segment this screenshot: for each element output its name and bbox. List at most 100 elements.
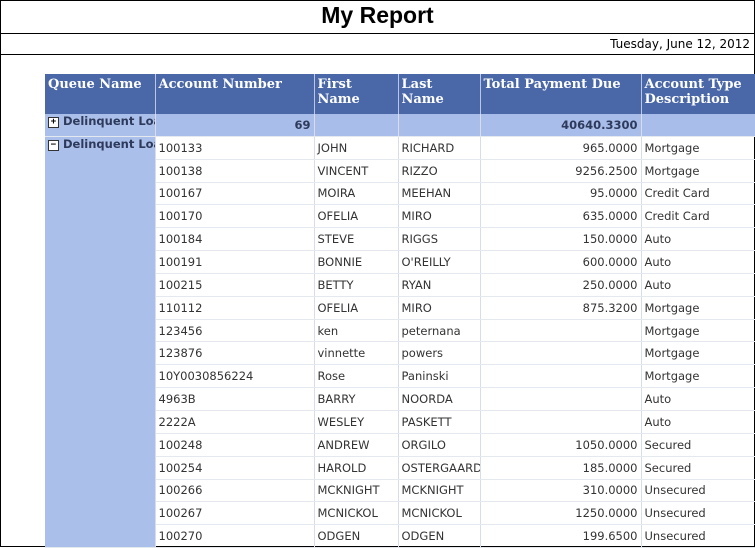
account-number-cell: 110112 <box>155 296 315 320</box>
total-payment-due-cell: 150.0000 <box>480 227 642 252</box>
total-payment-due-cell: 600.0000 <box>480 250 642 274</box>
account-type-cell: Mortgage <box>641 341 755 366</box>
account-number-cell: 100270 <box>155 524 315 548</box>
total-payment-due-cell: 185.0000 <box>480 456 642 480</box>
account-number-cell: 10Y0030856224 <box>155 364 315 389</box>
group-account-count: 69 <box>155 114 315 137</box>
first-name-cell: vinnette <box>314 341 399 366</box>
last-name-cell: ODGEN <box>398 524 481 548</box>
first-name-cell: BARRY <box>314 387 399 411</box>
last-name-cell: RICHARD <box>398 136 481 160</box>
account-number-cell: 100267 <box>155 501 315 526</box>
last-name-cell: MIRO <box>398 204 481 229</box>
account-number-cell: 100167 <box>155 182 315 206</box>
group-total-payment-due: 40640.3300 <box>480 114 642 137</box>
last-name-cell: powers <box>398 341 481 366</box>
account-number-cell: 123456 <box>155 319 315 343</box>
account-type-cell: Mortgage <box>641 319 755 343</box>
last-name-cell: PASKETT <box>398 410 481 434</box>
minus-box-icon[interactable]: − <box>48 139 59 151</box>
first-name-cell: MCKNIGHT <box>314 479 399 503</box>
first-name-cell: HAROLD <box>314 456 399 480</box>
first-name-cell: MOIRA <box>314 182 399 206</box>
first-name-cell: ANDREW <box>314 433 399 457</box>
total-payment-due-cell: 635.0000 <box>480 204 642 229</box>
column-header-account-type[interactable]: Account Type Description <box>641 74 755 114</box>
total-payment-due-cell: 9256.2500 <box>480 159 642 183</box>
last-name-cell: MIRO <box>398 296 481 320</box>
last-name-cell: NOORDA <box>398 387 481 411</box>
title-divider <box>0 33 755 34</box>
plus-box-icon[interactable]: + <box>48 117 59 128</box>
first-name-cell: OFELIA <box>314 296 399 320</box>
first-name-cell: MCNICKOL <box>314 501 399 526</box>
first-name-cell: OFELIA <box>314 204 399 229</box>
first-name-cell: JOHN <box>314 136 399 160</box>
account-number-cell: 4963B <box>155 387 315 411</box>
group-empty-cell <box>398 114 481 137</box>
total-payment-due-cell: 1250.0000 <box>480 501 642 526</box>
group-name: Delinquent Loans - M to R <box>63 136 154 151</box>
last-name-cell: RYAN <box>398 273 481 297</box>
header-row: Queue Name Account Number First Name Las… <box>45 74 755 114</box>
account-type-cell: Credit Card <box>641 204 755 229</box>
account-type-cell: Mortgage <box>641 136 755 160</box>
first-name-cell: WESLEY <box>314 410 399 434</box>
total-payment-due-cell: 199.6500 <box>480 524 642 548</box>
total-payment-due-cell <box>480 410 642 434</box>
report-title: My Report <box>321 2 434 28</box>
first-name-cell: STEVE <box>314 227 399 252</box>
total-payment-due-cell <box>480 387 642 411</box>
account-type-cell: Auto <box>641 387 755 411</box>
account-type-cell: Auto <box>641 273 755 297</box>
account-number-cell: 100138 <box>155 159 315 183</box>
total-payment-due-cell <box>480 364 642 389</box>
column-header-first-name[interactable]: First Name <box>314 74 399 114</box>
total-payment-due-cell: 875.3200 <box>480 296 642 320</box>
group-name: Delinquent Loans - A to F <box>63 114 154 128</box>
total-payment-due-cell <box>480 341 642 366</box>
account-number-cell: 123876 <box>155 341 315 366</box>
account-type-cell: Mortgage <box>641 159 755 183</box>
last-name-cell: Paninski <box>398 364 481 389</box>
date-divider <box>0 54 755 55</box>
account-type-cell: Mortgage <box>641 296 755 320</box>
account-number-cell: 100248 <box>155 433 315 457</box>
account-type-cell: Secured <box>641 433 755 457</box>
account-number-cell: 100254 <box>155 456 315 480</box>
last-name-cell: MEEHAN <box>398 182 481 206</box>
account-type-cell: Auto <box>641 410 755 434</box>
group-summary-row: + Delinquent Loans - A to F 69 40640.3300 <box>45 114 755 137</box>
account-type-cell: Credit Card <box>641 182 755 206</box>
last-name-cell: RIZZO <box>398 159 481 183</box>
account-number-cell: 100266 <box>155 479 315 503</box>
account-number-cell: 2222A <box>155 410 315 434</box>
account-type-cell: Secured <box>641 456 755 480</box>
last-name-cell: RIGGS <box>398 227 481 252</box>
account-number-cell: 100191 <box>155 250 315 274</box>
account-type-cell: Auto <box>641 227 755 252</box>
total-payment-due-cell: 250.0000 <box>480 273 642 297</box>
account-number-cell: 100170 <box>155 204 315 229</box>
last-name-cell: ORGILO <box>398 433 481 457</box>
account-type-cell: Unsecured <box>641 501 755 526</box>
total-payment-due-cell: 95.0000 <box>480 182 642 206</box>
account-type-cell: Unsecured <box>641 479 755 503</box>
group-cell[interactable]: + Delinquent Loans - A to F <box>45 114 156 137</box>
first-name-cell: ODGEN <box>314 524 399 548</box>
account-type-cell: Mortgage <box>641 364 755 389</box>
column-header-total-payment-due[interactable]: Total Payment Due <box>480 74 642 114</box>
column-header-queue-name[interactable]: Queue Name <box>45 74 156 114</box>
first-name-cell: BETTY <box>314 273 399 297</box>
last-name-cell: O'REILLY <box>398 250 481 274</box>
first-name-cell: VINCENT <box>314 159 399 183</box>
account-type-cell: Unsecured <box>641 524 755 548</box>
last-name-cell: MCNICKOL <box>398 501 481 526</box>
report-date: Tuesday, June 12, 2012 <box>610 37 750 51</box>
total-payment-due-cell <box>480 319 642 343</box>
column-header-account-number[interactable]: Account Number <box>155 74 315 114</box>
last-name-cell: peternana <box>398 319 481 343</box>
group-empty-cell <box>641 114 755 137</box>
group-cell[interactable]: −Delinquent Loans - M to R <box>45 136 156 548</box>
column-header-last-name[interactable]: Last Name <box>398 74 481 114</box>
